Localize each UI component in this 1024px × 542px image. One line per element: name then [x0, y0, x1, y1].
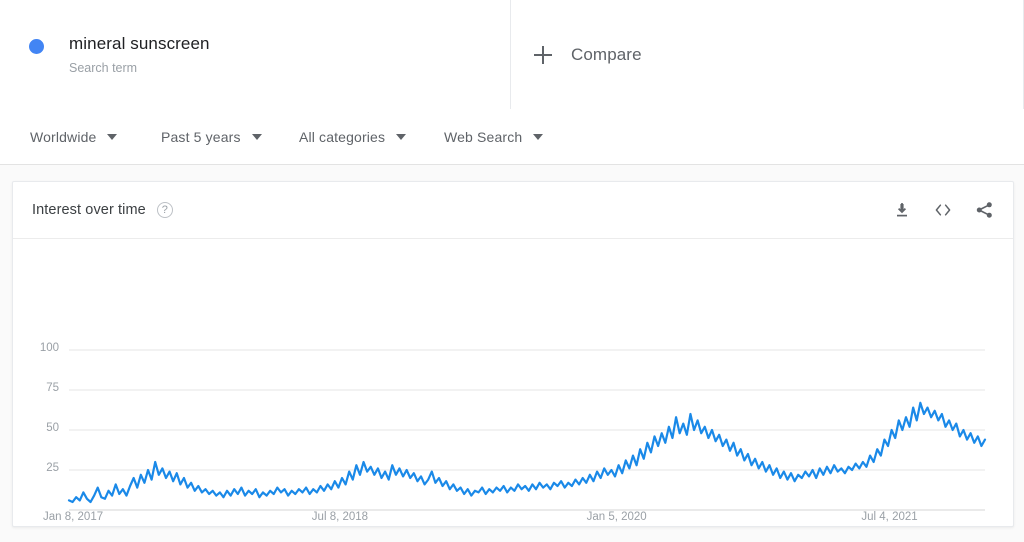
x-tick-0: Jan 8, 2017	[43, 511, 104, 523]
compare-card[interactable]: Compare	[511, 0, 1024, 109]
search-term-wrap: mineral sunscreen Search term	[0, 33, 210, 76]
series-color-dot-icon	[29, 39, 44, 54]
plus-icon	[534, 45, 552, 64]
search-term-type: Search term	[69, 61, 138, 75]
search-term-card[interactable]: mineral sunscreen Search term	[0, 0, 511, 109]
filter-bar: Worldwide Past 5 years All categories We…	[0, 109, 1024, 165]
filter-location[interactable]: Worldwide	[30, 128, 118, 145]
add-comparison-button[interactable]: Compare	[511, 44, 648, 66]
chevron-down-icon	[251, 133, 262, 140]
interest-over-time-plot[interactable]: 100 75 50 25 Jan 8, 2017 Jul 8, 2018 Jan…	[13, 239, 1013, 526]
download-icon[interactable]	[891, 199, 913, 221]
card-title: Interest over time	[32, 202, 146, 218]
y-tick-50: 50	[46, 422, 59, 434]
card-actions	[891, 182, 995, 238]
help-circle-icon[interactable]: ?	[156, 202, 173, 218]
y-tick-75: 75	[46, 382, 59, 394]
search-term-text: mineral sunscreen Search term	[69, 33, 210, 76]
filter-time-range[interactable]: Past 5 years	[161, 129, 262, 145]
chevron-down-icon	[533, 133, 544, 140]
y-tick-25: 25	[46, 462, 59, 474]
query-row: mineral sunscreen Search term Compare	[0, 0, 1024, 110]
search-term-label: mineral sunscreen	[69, 34, 210, 53]
trend-line-chart	[67, 349, 987, 511]
card-header: Interest over time ?	[13, 182, 1013, 239]
filter-category-label: All categories	[299, 128, 386, 145]
filter-time-range-label: Past 5 years	[161, 128, 241, 145]
compare-label: Compare	[571, 44, 642, 64]
filter-location-label: Worldwide	[30, 128, 97, 145]
interest-over-time-card: Interest over time ? 100 75 50 25 Jan 8,…	[12, 181, 1014, 527]
filter-category[interactable]: All categories	[299, 128, 407, 145]
chevron-down-icon	[107, 133, 118, 140]
google-trends-page: mineral sunscreen Search term Compare Wo…	[0, 0, 1024, 542]
x-tick-3: Jul 4, 2021	[861, 511, 918, 523]
x-tick-2: Jan 5, 2020	[586, 511, 647, 523]
filter-search-type-label: Web Search	[444, 128, 523, 145]
y-tick-100: 100	[39, 342, 59, 354]
share-icon[interactable]	[973, 199, 995, 221]
embed-code-icon[interactable]	[932, 199, 954, 221]
filter-search-type[interactable]: Web Search	[444, 128, 544, 145]
x-tick-1: Jul 8, 2018	[311, 511, 369, 523]
chevron-down-icon	[396, 133, 407, 140]
